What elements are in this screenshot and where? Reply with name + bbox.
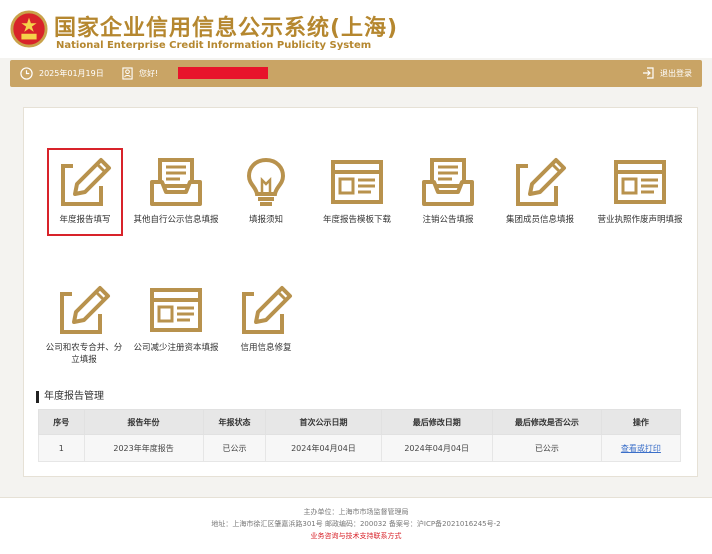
national-emblem-icon — [10, 10, 48, 48]
user-card-icon — [122, 67, 133, 80]
site-title: 国家企业信用信息公示系统(上海) — [54, 16, 399, 41]
inbox-tray-icon — [420, 156, 476, 208]
lightbulb-icon — [238, 156, 294, 208]
footer-organizer: 主办单位：上海市市场监督管理局 — [303, 508, 409, 516]
col-header: 报告年份 — [83, 409, 204, 435]
pencil-doc-icon — [512, 156, 568, 208]
tile-label: 其他自行公示信息填报 — [133, 215, 219, 225]
section-title: 年度报告管理 — [36, 391, 104, 403]
col-header: 最后修改是否公示 — [491, 409, 602, 435]
col-header: 序号 — [38, 409, 85, 435]
user-greeting: 您好! — [122, 67, 158, 80]
cell-last-public: 已公示 — [491, 434, 602, 462]
tile-template-download[interactable]: 年度报告模板下载 — [309, 156, 405, 226]
logout-icon — [643, 67, 654, 79]
col-header: 年报状态 — [202, 409, 267, 435]
view-print-link[interactable]: 查看或打印 — [621, 444, 661, 453]
cell-last-date: 2024年04月04日 — [380, 434, 493, 462]
inbox-tray-icon — [148, 156, 204, 208]
tile-capital-reduction[interactable]: 公司减少注册资本填报 — [128, 284, 224, 354]
user-info-bar: 2025年01月19日 您好! 退出登录 — [10, 60, 702, 87]
cell-action: 查看或打印 — [600, 434, 682, 462]
tile-label: 年度报告填写 — [59, 215, 111, 225]
date-display: 2025年01月19日 — [20, 67, 104, 80]
tile-cancellation-notice[interactable]: 注销公告填报 — [400, 156, 496, 226]
logout-label[interactable]: 退出登录 — [660, 68, 692, 79]
table-header-row: 序号 报告年份 年报状态 首次公示日期 最后修改日期 最后修改是否公示 操作 — [38, 409, 682, 435]
site-header: 国家企业信用信息公示系统(上海) National Enterprise Cre… — [0, 0, 712, 58]
redacted-username — [178, 67, 268, 79]
footer-support-link[interactable]: 业务咨询与技术支持联系方式 — [0, 530, 712, 542]
tile-other-disclosure[interactable]: 其他自行公示信息填报 — [128, 156, 224, 226]
tile-credit-repair[interactable]: 信用信息修复 — [218, 284, 314, 354]
pencil-doc-icon — [238, 284, 294, 336]
tile-label: 公司减少注册资本填报 — [133, 343, 219, 353]
greeting-text: 您好! — [139, 69, 159, 78]
logout-button[interactable]: 退出登录 — [642, 67, 692, 79]
site-footer: 主办单位：上海市市场监督管理局 地址：上海市徐汇区肇嘉浜路301号 邮政编码：2… — [0, 497, 712, 554]
cell-report-year: 2023年年度报告 — [83, 434, 204, 462]
tile-merger-split[interactable]: 公司和农专合并、分立填报 — [36, 284, 132, 366]
tile-license-void[interactable]: 营业执照作废声明填报 — [585, 156, 695, 226]
pencil-doc-icon — [56, 284, 112, 336]
tile-group-member[interactable]: 集团成员信息填报 — [492, 156, 588, 226]
cell-status: 已公示 — [202, 434, 267, 462]
cell-index: 1 — [38, 434, 85, 462]
template-window-icon — [329, 156, 385, 208]
tile-label: 营业执照作废声明填报 — [597, 215, 683, 225]
col-header: 最后修改日期 — [380, 409, 493, 435]
current-date: 2025年01月19日 — [39, 69, 104, 78]
site-title-en: National Enterprise Credit Information P… — [56, 40, 372, 51]
template-window-icon — [612, 156, 668, 208]
template-window-icon — [148, 284, 204, 336]
tile-label: 信用信息修复 — [240, 343, 292, 353]
tile-label: 公司和农专合并、分立填报 — [45, 343, 123, 365]
clock-icon — [20, 67, 33, 80]
table-row: 1 2023年年度报告 已公示 2024年04月04日 2024年04月04日 … — [38, 434, 682, 462]
tile-label: 集团成员信息填报 — [505, 215, 574, 225]
tile-label: 年度报告模板下载 — [322, 215, 391, 225]
col-header: 操作 — [600, 409, 682, 435]
annual-report-table: 序号 报告年份 年报状态 首次公示日期 最后修改日期 最后修改是否公示 操作 1… — [38, 409, 682, 462]
footer-address: 地址：上海市徐汇区肇嘉浜路301号 邮政编码：200032 备案号：沪ICP备2… — [211, 520, 501, 528]
tile-label: 注销公告填报 — [422, 215, 474, 225]
cell-first-date: 2024年04月04日 — [265, 434, 382, 462]
tile-filing-notice[interactable]: 填报须知 — [218, 156, 314, 226]
col-header: 首次公示日期 — [265, 409, 382, 435]
pencil-doc-icon — [57, 156, 113, 208]
tile-annual-report-fill[interactable]: 年度报告填写 — [47, 148, 123, 236]
tile-label: 填报须知 — [248, 215, 283, 225]
